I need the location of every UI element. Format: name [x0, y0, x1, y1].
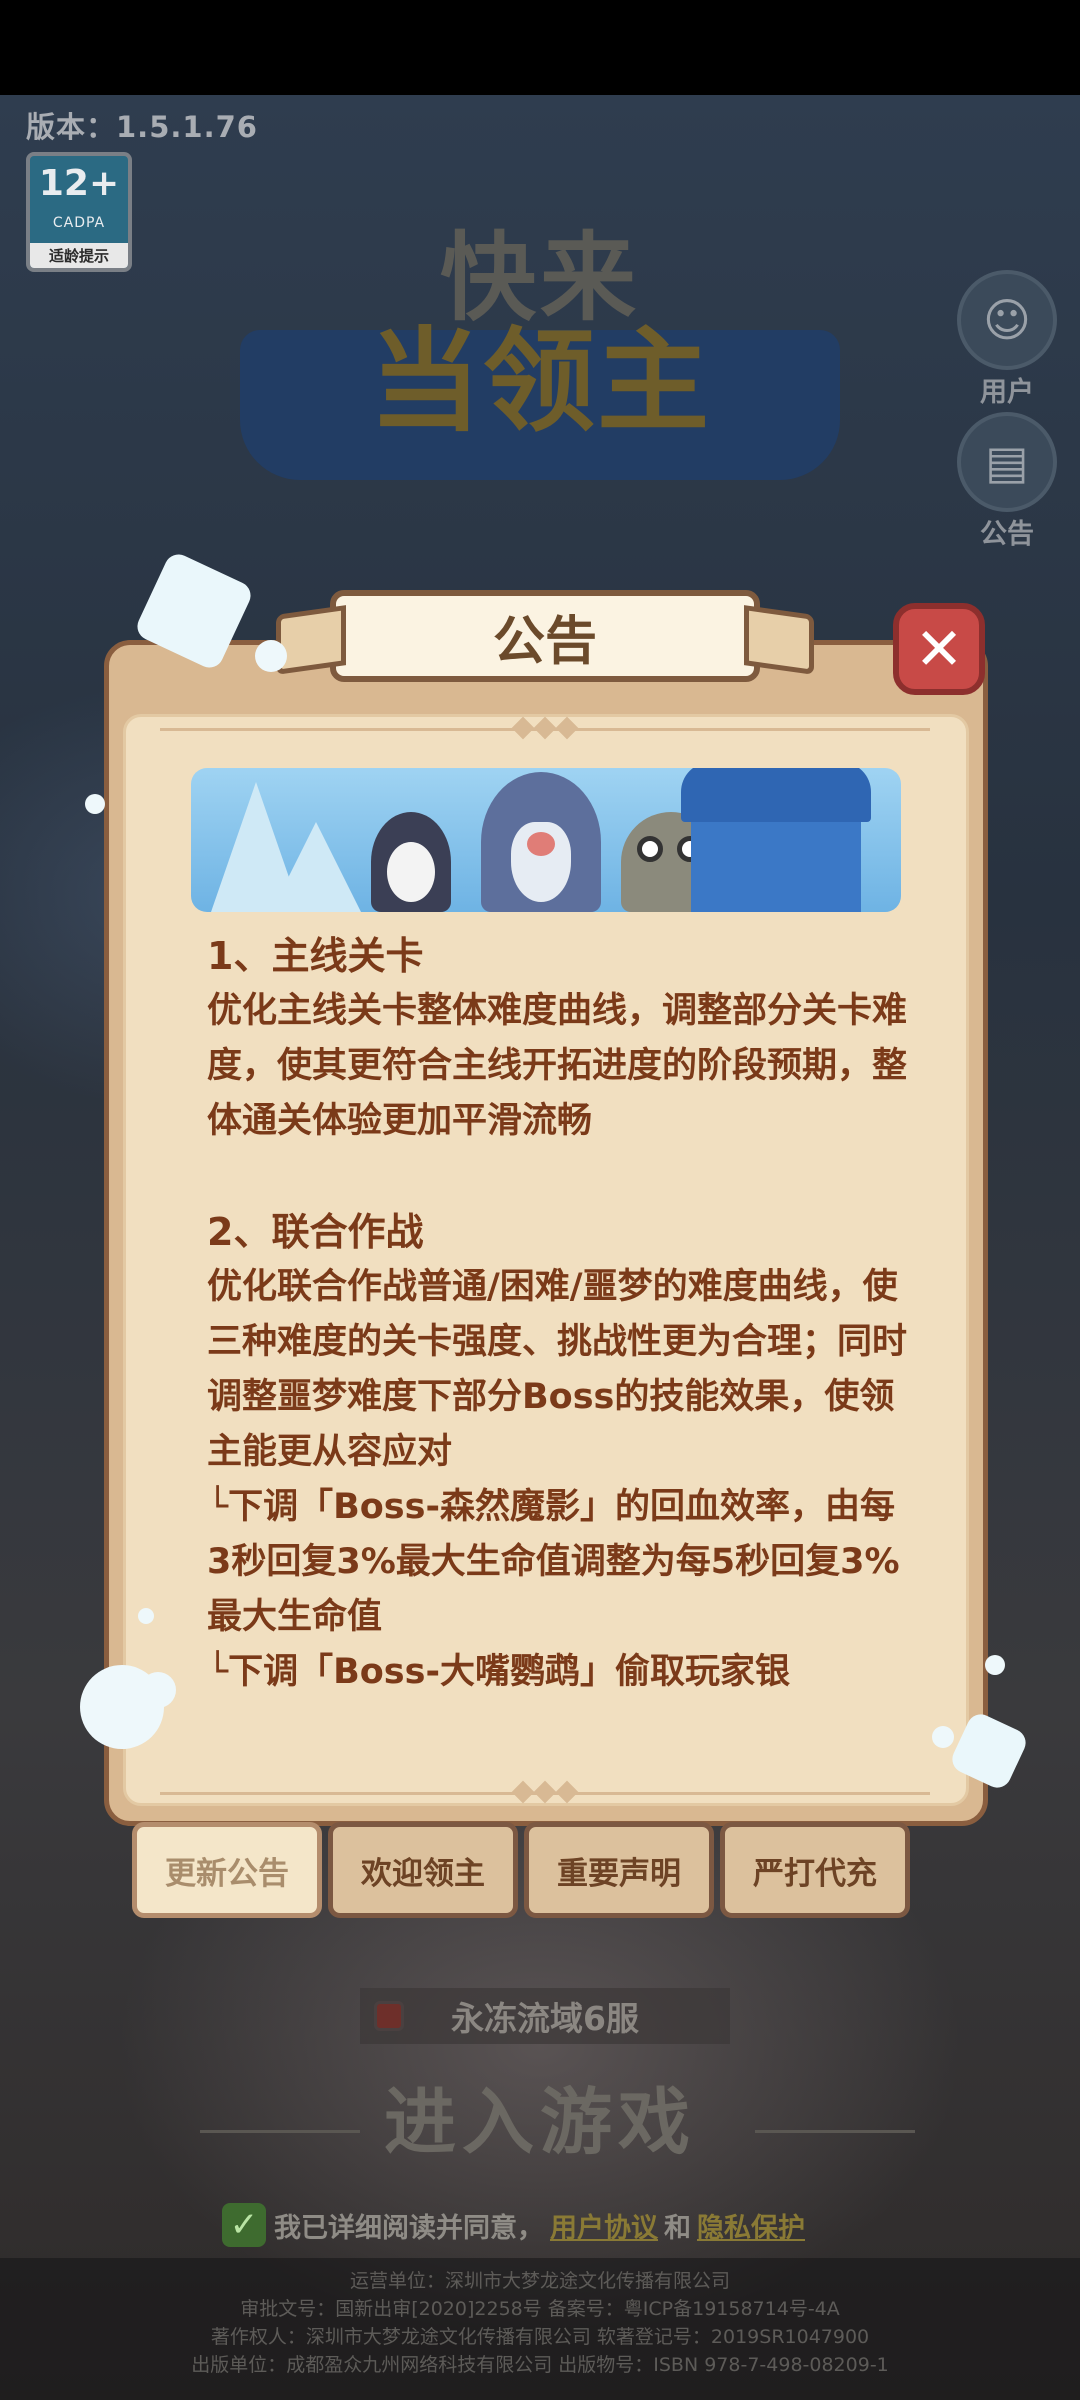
server-name: 永冻流域6服 — [451, 1999, 639, 2038]
announcement-content[interactable]: 1、主线关卡 优化主线关卡整体难度曲线，调整部分关卡难度，使其更符合主线开拓进度… — [207, 928, 907, 1758]
agreement-checkbox[interactable]: ✓ — [222, 2203, 266, 2247]
privacy-link[interactable]: 隐私保护 — [697, 2206, 805, 2245]
bottom-divider — [160, 1780, 930, 1804]
snow-dot — [85, 794, 105, 814]
section-title: 1、主线关卡 — [207, 934, 424, 978]
server-selector[interactable]: 永冻流域6服 — [360, 1988, 730, 2044]
snow-dot — [255, 640, 287, 672]
status-bar — [0, 0, 1080, 95]
sub-item: └下调「Boss-大嘴鹦鹉」偷取玩家银 — [207, 1652, 790, 1692]
footer-line: 著作权人：深圳市大梦龙途文化传播有限公司 软著登记号：2019SR1047900 — [210, 2326, 870, 2348]
sub-item: └下调「Boss-森然魔影」的回血效率，由每3秒回复3%最大生命值调整为每5秒回… — [207, 1487, 900, 1637]
tab-anti-proxy-recharge[interactable]: 严打代充 — [720, 1822, 910, 1918]
age-hint-label: 适龄提示 — [30, 243, 128, 268]
announcement-banner-image — [191, 768, 901, 912]
logo-line-2: 当领主 — [369, 317, 711, 447]
section-body: 优化主线关卡整体难度曲线，调整部分关卡难度，使其更符合主线开拓进度的阶段预期，整… — [207, 991, 907, 1141]
top-divider — [160, 716, 930, 740]
notice-button-label: 公告 — [980, 519, 1034, 550]
user-agreement-link[interactable]: 用户协议 — [550, 2206, 658, 2245]
game-logo: 快来 当领主 — [230, 220, 850, 500]
notice-icon: ▤ — [957, 412, 1057, 512]
snow-dot — [140, 1672, 176, 1708]
snow-dot — [932, 1726, 954, 1748]
user-button[interactable]: ☺ 用户 — [952, 270, 1062, 409]
footer-line: 运营单位：深圳市大梦龙途文化传播有限公司 — [349, 2270, 730, 2292]
tab-important-statement[interactable]: 重要声明 — [524, 1822, 714, 1918]
section-body: 优化联合作战普通/困难/噩梦的难度曲线，使三种难度的关卡强度、挑战性更为合理；同… — [207, 1267, 907, 1472]
age-rating: 12+ — [38, 163, 120, 204]
dialog-title: 公告 — [492, 611, 597, 672]
server-status-icon — [374, 2001, 404, 2031]
user-icon: ☺ — [957, 270, 1057, 370]
footer-info: 运营单位：深圳市大梦龙途文化传播有限公司 审批文号：国新出审[2020]2258… — [0, 2258, 1080, 2400]
dialog-title-banner: 公告 — [276, 590, 814, 682]
enter-game-button[interactable]: 进入游戏 — [200, 2060, 880, 2170]
footer-line: 审批文号：国新出审[2020]2258号 备案号：粤ICP备19158714号-… — [240, 2298, 840, 2320]
announcement-tabs: 更新公告 欢迎领主 重要声明 严打代充 — [132, 1822, 912, 1918]
footer-line: 出版单位：成都盈众九州网络科技有限公司 出版物号：ISBN 978-7-498-… — [191, 2354, 889, 2376]
logo-line-1: 快来 — [440, 222, 640, 334]
agreement-and: 和 — [664, 2212, 691, 2244]
agreement-text: 我已详细阅读并同意， — [274, 2212, 544, 2244]
close-icon: ✕ — [914, 615, 964, 683]
version-label: 版本：1.5.1.76 — [26, 110, 258, 144]
agreement-row: ✓ 我已详细阅读并同意， 用户协议 和 隐私保护 — [222, 2202, 811, 2248]
close-button[interactable]: ✕ — [893, 603, 985, 695]
snow-dot — [138, 1608, 154, 1624]
user-button-label: 用户 — [980, 377, 1034, 408]
rating-org: CADPA — [52, 214, 106, 231]
age-rating-badge[interactable]: 12+ CADPA 适龄提示 — [26, 152, 132, 272]
section-title: 2、联合作战 — [207, 1210, 424, 1254]
tab-update-notice[interactable]: 更新公告 — [132, 1822, 322, 1918]
notice-button[interactable]: ▤ 公告 — [952, 412, 1062, 551]
tab-welcome-lord[interactable]: 欢迎领主 — [328, 1822, 518, 1918]
snow-dot — [985, 1655, 1005, 1675]
